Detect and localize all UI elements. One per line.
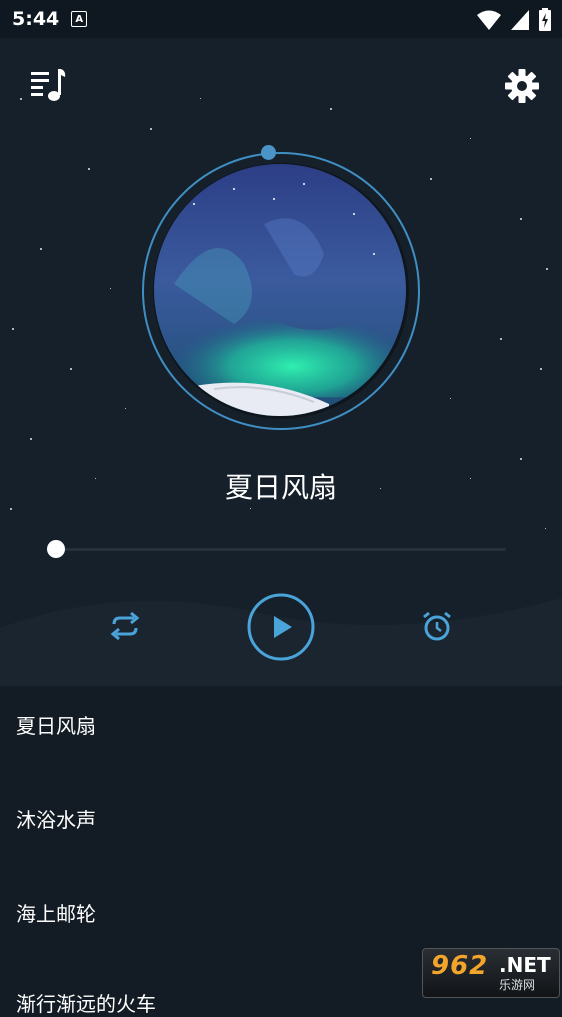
list-item[interactable]: 海上邮轮 — [16, 898, 96, 927]
list-item[interactable]: 沐浴水声 — [16, 804, 96, 833]
status-icons — [476, 8, 552, 32]
gear-icon[interactable] — [504, 68, 540, 104]
track-title: 夏日风扇 — [224, 471, 337, 504]
album-art — [154, 164, 406, 416]
play-icon — [274, 616, 292, 638]
player-panel: 夏日风扇 — [0, 38, 562, 686]
watermark-net: .NET — [499, 953, 551, 977]
watermark-logo: 962 .NET 乐游网 — [422, 948, 560, 998]
alarm-clock-icon[interactable] — [420, 610, 454, 644]
progress-slider[interactable] — [56, 548, 506, 551]
progress-ring-knob[interactable] — [261, 145, 276, 160]
list-item[interactable]: 渐行渐远的火车 — [16, 988, 156, 1017]
signal-icon — [511, 10, 529, 30]
status-bar: 5:44 A — [0, 0, 562, 38]
repeat-icon[interactable] — [108, 612, 142, 640]
progress-slider-thumb[interactable] — [47, 540, 65, 558]
watermark-sub: 乐游网 — [499, 978, 536, 992]
notification-icon: A — [71, 11, 88, 27]
play-button[interactable] — [246, 592, 316, 662]
battery-charging-icon — [539, 8, 551, 31]
wifi-icon — [477, 10, 501, 30]
list-item[interactable]: 夏日风扇 — [16, 710, 96, 739]
playlist-music-icon[interactable] — [30, 68, 68, 104]
watermark-number: 962 — [431, 951, 489, 981]
status-time: 5:44 — [12, 8, 60, 30]
